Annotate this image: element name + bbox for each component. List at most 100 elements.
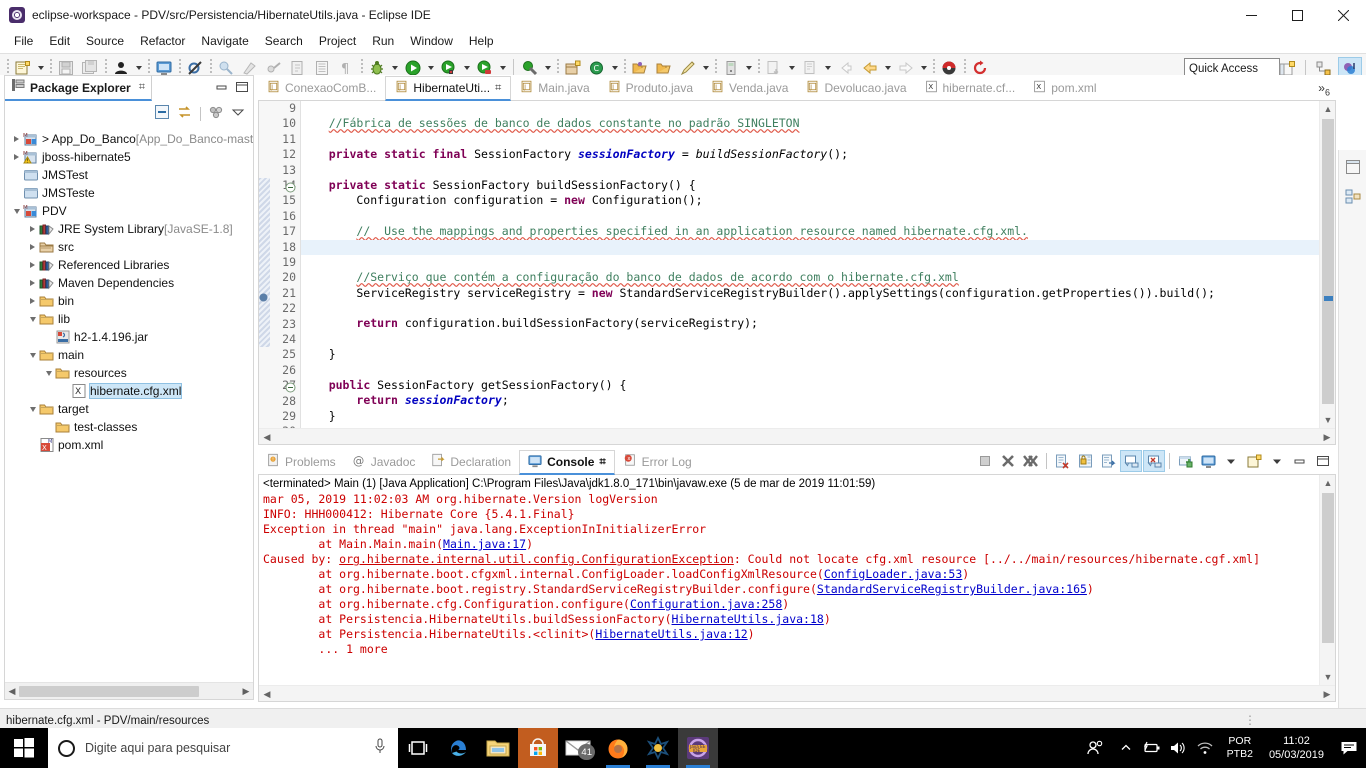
scroll-left-icon[interactable]: ◀ [5, 683, 19, 700]
menu-refactor[interactable]: Refactor [132, 31, 193, 52]
view-dropdown-icon[interactable] [231, 105, 245, 124]
scroll-right-icon[interactable]: ▶ [1319, 429, 1335, 445]
scroll-thumb[interactable] [19, 686, 199, 697]
breakpoint-marker-icon[interactable] [259, 289, 270, 302]
new-console-view-dropdown-icon[interactable] [1266, 450, 1288, 472]
close-icon[interactable]: ⌗ [139, 81, 145, 94]
editor-tab-pomxml[interactable]: Xpom.xml [1024, 75, 1105, 100]
console-vscrollbar[interactable]: ▲ ▼ [1319, 475, 1335, 685]
tree-expander-icon[interactable] [27, 292, 38, 310]
tree-expander-icon[interactable] [27, 400, 38, 418]
scroll-down-icon[interactable]: ▼ [1320, 669, 1336, 685]
app-icon[interactable] [638, 728, 678, 768]
maximize-view-icon[interactable] [235, 80, 249, 98]
tree-expander-icon[interactable] [11, 148, 22, 166]
menu-window[interactable]: Window [402, 31, 461, 52]
console-stack-link[interactable]: org.hibernate.internal.util.config.Confi… [339, 552, 734, 566]
console-hscrollbar[interactable]: ◀ ▶ [259, 685, 1335, 701]
tree-item-h2-1.4.196.jar[interactable]: h2-1.4.196.jar [5, 328, 253, 346]
tree-item-jmstest[interactable]: JMSTest [5, 166, 253, 184]
console-output[interactable]: <terminated> Main (1) [Java Application]… [259, 475, 1319, 685]
console-stack-link[interactable]: HibernateUtils.java:12 [595, 627, 747, 641]
clear-console-icon[interactable] [1051, 450, 1073, 472]
scroll-up-icon[interactable]: ▲ [1320, 475, 1336, 491]
scroll-thumb[interactable] [1322, 493, 1334, 643]
link-with-editor-icon[interactable] [177, 104, 193, 125]
code-text-area[interactable]: //Fábrica de sessões de banco de dados c… [301, 101, 1319, 428]
minimize-view-icon[interactable] [215, 80, 229, 98]
display-selected-console-icon[interactable] [1143, 450, 1165, 472]
console-tab-declaration[interactable]: Declaration [423, 449, 519, 474]
editor-tab-conexaocomb[interactable]: J ConexaoComB... [258, 75, 385, 100]
scroll-up-icon[interactable]: ▲ [1320, 101, 1336, 117]
action-center-icon[interactable] [1332, 728, 1366, 768]
tree-item---app-do-banco[interactable]: M > App_Do_Banco [App_Do_Banco-mast [5, 130, 254, 148]
remove-all-launches-icon[interactable] [1020, 450, 1042, 472]
console-tab-console[interactable]: Console ⌗ [519, 450, 615, 475]
tree-item-resources[interactable]: resources [5, 364, 253, 382]
people-icon[interactable] [1077, 728, 1113, 768]
volume-icon[interactable] [1165, 728, 1191, 768]
menu-project[interactable]: Project [311, 31, 364, 52]
tree-item-pdv[interactable]: M PDV [5, 202, 253, 220]
battery-icon[interactable] [1139, 728, 1165, 768]
tree-item-maven-dependencies[interactable]: Maven Dependencies [5, 274, 253, 292]
remove-launch-icon[interactable] [997, 450, 1019, 472]
microphone-icon[interactable] [372, 737, 388, 760]
menu-edit[interactable]: Edit [41, 31, 78, 52]
outline-view-icon[interactable] [1340, 184, 1366, 210]
menu-run[interactable]: Run [364, 31, 402, 52]
editor-tab-devolucaojava[interactable]: J Devolucao.java [797, 75, 915, 100]
firefox-icon[interactable] [598, 728, 638, 768]
file-explorer-icon[interactable] [478, 728, 518, 768]
task-view-icon[interactable] [398, 728, 438, 768]
tree-item-bin[interactable]: bin [5, 292, 253, 310]
display-console-icon[interactable] [1197, 450, 1219, 472]
tree-item-pom.xml[interactable]: X Mpom.xml [5, 436, 253, 454]
console-tab-problems[interactable]: ! Problems [258, 449, 344, 474]
console-stack-link[interactable]: StandardServiceRegistryBuilder.java:165 [817, 582, 1087, 596]
console-stack-link[interactable]: HibernateUtils.java:18 [672, 612, 824, 626]
tree-expander-icon[interactable] [11, 130, 22, 148]
fold-collapse-icon[interactable] [285, 380, 296, 393]
tree-expander-icon[interactable] [43, 364, 54, 382]
collapse-all-icon[interactable] [154, 104, 170, 125]
close-button[interactable] [1320, 0, 1366, 30]
edge-icon[interactable] [438, 728, 478, 768]
tab-package-explorer[interactable]: Package Explorer ⌗ [5, 76, 152, 101]
open-console-view-icon[interactable] [1174, 450, 1196, 472]
editor-tab-hibernateuti[interactable]: J HibernateUti... ⌗ [385, 76, 512, 101]
clock[interactable]: 11:02 05/03/2019 [1261, 734, 1332, 762]
editor-tab-vendajava[interactable]: J Venda.java [702, 75, 797, 100]
minimize-button[interactable] [1228, 0, 1274, 30]
editor-hscrollbar[interactable]: ◀ ▶ [259, 428, 1335, 444]
tree-expander-icon[interactable] [11, 202, 22, 220]
scroll-lock-icon[interactable] [1074, 450, 1096, 472]
close-icon[interactable]: ⌗ [495, 82, 501, 95]
scroll-right-icon[interactable]: ▶ [239, 683, 253, 700]
word-wrap-icon[interactable] [1097, 450, 1119, 472]
overview-marker[interactable] [1324, 296, 1333, 301]
display-console-dropdown-icon[interactable] [1220, 450, 1242, 472]
search-input[interactable]: Digite aqui para pesquisar [48, 728, 398, 768]
tree-item-referenced-libraries[interactable]: Referenced Libraries [5, 256, 253, 274]
editor-tab-hibernatecf[interactable]: Xhibernate.cf... [916, 75, 1025, 100]
console-tab-javadoc[interactable]: @ Javadoc [344, 449, 424, 474]
tree-item-jboss-hibernate5[interactable]: M! jboss-hibernate5 [5, 148, 253, 166]
windows-start-icon[interactable] [0, 728, 48, 768]
scroll-right-icon[interactable]: ▶ [1319, 686, 1335, 702]
menu-navigate[interactable]: Navigate [193, 31, 256, 52]
tree-expander-icon[interactable] [27, 274, 38, 292]
maximize-console-icon[interactable] [1312, 450, 1334, 472]
menu-file[interactable]: File [6, 31, 41, 52]
menu-help[interactable]: Help [461, 31, 502, 52]
editor-tab-mainjava[interactable]: J Main.java [511, 75, 598, 100]
scroll-thumb[interactable] [1322, 119, 1334, 404]
tree-item-test-classes[interactable]: test-classes [5, 418, 253, 436]
maximize-button[interactable] [1274, 0, 1320, 30]
editor-tab-produtojava[interactable]: J Produto.java [599, 75, 702, 100]
tree-item-src[interactable]: src [5, 238, 253, 256]
tree-item-jmsteste[interactable]: JMSTeste [5, 184, 253, 202]
restore-perspective-icon[interactable] [1340, 154, 1366, 180]
scroll-down-icon[interactable]: ▼ [1320, 412, 1336, 428]
